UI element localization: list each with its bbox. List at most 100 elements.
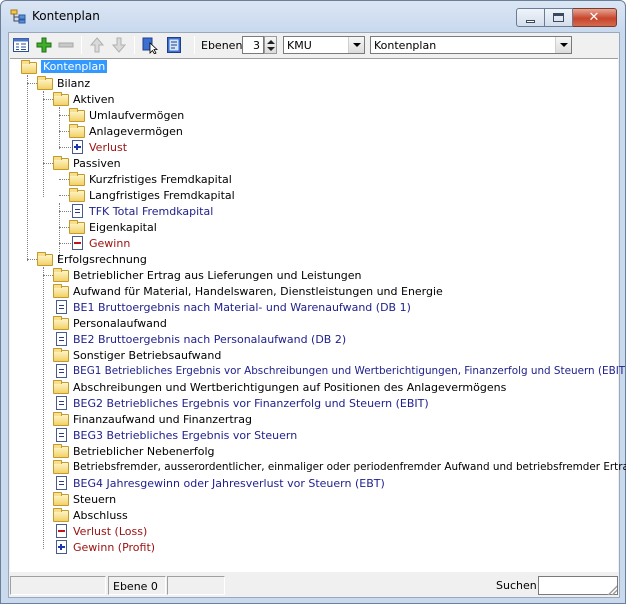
resize-grip-icon[interactable]	[607, 585, 617, 595]
tree-node-label[interactable]: BE2 Bruttoergebnis nach Personalaufwand …	[73, 333, 346, 346]
window: Kontenplan ✕ Ebenen 3 KMU Kontenplan Kon…	[0, 0, 626, 604]
grid-view-icon[interactable]	[12, 36, 30, 54]
select-pointer-icon[interactable]	[141, 36, 159, 54]
tree-node-label[interactable]: Finanzaufwand und Finanzertrag	[73, 413, 252, 426]
tree-node-label[interactable]: Personalaufwand	[73, 317, 167, 330]
folder-icon	[69, 220, 85, 234]
title-bar[interactable]: Kontenplan ✕	[1, 1, 625, 31]
levels-spinner[interactable]	[264, 36, 277, 54]
tree-app-icon	[10, 9, 26, 24]
tree-node-label[interactable]: Eigenkapital	[89, 221, 157, 234]
tree-node-label[interactable]: Umlaufvermögen	[89, 109, 184, 122]
move-down-icon[interactable]	[110, 36, 128, 54]
sum-document-icon	[53, 332, 69, 346]
sum-document-icon	[53, 428, 69, 442]
maximize-icon	[553, 13, 564, 22]
folder-icon	[53, 412, 69, 426]
maximize-button[interactable]	[545, 8, 573, 27]
tree-node-label[interactable]: Betriebsfremder, ausserordentlicher, ein…	[73, 461, 626, 473]
status-bar: Ebene 0 Suchen	[9, 574, 619, 597]
tree-node-label[interactable]: Abschluss	[73, 509, 128, 522]
tree-node-label[interactable]: Erfolgsrechnung	[57, 253, 147, 266]
tree-node-label[interactable]: Betrieblicher Nebenerfolg	[73, 445, 215, 458]
tree-connector	[43, 91, 44, 197]
tree-node-label[interactable]: BEG2 Betriebliches Ergebnis vor Finanzer…	[73, 397, 429, 410]
folder-icon	[53, 492, 69, 506]
folder-icon	[53, 284, 69, 298]
folder-open-icon	[37, 252, 53, 266]
tree-node-label[interactable]: BE1 Bruttoergebnis nach Material- und Wa…	[73, 301, 411, 314]
folder-icon	[69, 108, 85, 122]
move-up-icon[interactable]	[88, 36, 106, 54]
tree-node-label[interactable]: Betrieblicher Ertrag aus Lieferungen und…	[73, 269, 362, 282]
toolbar: Ebenen 3 KMU Kontenplan	[9, 33, 619, 57]
sum-document-icon	[69, 204, 85, 218]
add-icon[interactable]	[35, 36, 53, 54]
account-tree[interactable]: Kontenplan Bilanz Aktiven Umlaufvermögen…	[10, 58, 626, 572]
spin-up-icon[interactable]	[267, 40, 275, 44]
folder-icon	[53, 444, 69, 458]
folder-icon	[53, 380, 69, 394]
chevron-down-icon[interactable]	[348, 37, 364, 53]
toolbar-separator	[81, 36, 82, 54]
tree-node-label[interactable]: Kontenplan	[41, 60, 108, 73]
status-level: Ebene 0	[108, 576, 166, 595]
levels-input[interactable]: 3	[242, 36, 264, 54]
minimize-button[interactable]	[516, 8, 545, 27]
sum-document-icon	[53, 300, 69, 314]
tree-connector	[43, 267, 44, 549]
remove-icon[interactable]	[57, 36, 75, 54]
minus-document-icon	[69, 236, 85, 250]
folder-icon	[69, 124, 85, 138]
tree-node-label[interactable]: Langfristiges Fremdkapital	[89, 189, 235, 202]
tree-node-label[interactable]: BEG4 Jahresgewinn oder Jahresverlust vor…	[73, 477, 385, 490]
close-icon: ✕	[588, 10, 600, 25]
folder-icon	[53, 268, 69, 282]
toolbar-separator	[134, 36, 135, 54]
tree-node-label[interactable]: Gewinn (Profit)	[73, 541, 155, 554]
folder-open-icon	[21, 60, 37, 74]
tree-node-label[interactable]: Verlust (Loss)	[73, 525, 147, 538]
plan-select[interactable]: Kontenplan	[370, 36, 572, 54]
tree-connector	[27, 75, 28, 261]
status-panel	[167, 576, 225, 595]
company-select[interactable]: KMU	[283, 36, 365, 54]
minimize-icon	[526, 20, 535, 23]
properties-icon[interactable]	[165, 36, 183, 54]
company-select-value: KMU	[287, 39, 312, 52]
folder-icon	[53, 316, 69, 330]
tree-node-label[interactable]: TFK Total Fremdkapital	[89, 205, 213, 218]
spin-down-icon[interactable]	[267, 47, 275, 51]
tree-node-label[interactable]: Gewinn	[89, 237, 130, 250]
sum-document-icon	[53, 364, 69, 378]
tree-node-label[interactable]: Abschreibungen und Wertberichtigungen au…	[73, 381, 506, 394]
folder-open-icon	[37, 76, 53, 90]
client-area: Ebenen 3 KMU Kontenplan Kontenplan Bilan…	[8, 32, 626, 598]
folder-icon	[69, 188, 85, 202]
plus-document-icon	[53, 540, 69, 554]
search-label: Suchen	[496, 579, 537, 592]
minus-document-icon	[53, 524, 69, 538]
folder-icon	[53, 508, 69, 522]
close-button[interactable]: ✕	[573, 8, 617, 27]
search-input[interactable]	[538, 576, 618, 595]
sum-document-icon	[53, 476, 69, 490]
window-title: Kontenplan	[32, 9, 100, 23]
tree-node-label[interactable]: Kurzfristiges Fremdkapital	[89, 173, 232, 186]
tree-node-label[interactable]: Bilanz	[57, 77, 90, 90]
tree-node-label[interactable]: Verlust	[89, 141, 127, 154]
levels-label: Ebenen	[201, 39, 243, 52]
folder-icon	[53, 460, 69, 474]
tree-node-label[interactable]: Anlagevermögen	[89, 125, 183, 138]
tree-node-label[interactable]: BEG1 Betriebliches Ergebnis vor Abschrei…	[73, 365, 626, 377]
tree-node-label[interactable]: BEG3 Betriebliches Ergebnis vor Steuern	[73, 429, 297, 442]
plan-select-value: Kontenplan	[374, 39, 437, 52]
folder-open-icon	[53, 92, 69, 106]
tree-node-label[interactable]: Steuern	[73, 493, 116, 506]
tree-node-label[interactable]: Passiven	[73, 157, 121, 170]
chevron-down-icon[interactable]	[555, 37, 571, 53]
folder-icon	[69, 172, 85, 186]
tree-node-label[interactable]: Sonstiger Betriebsaufwand	[73, 349, 221, 362]
tree-node-label[interactable]: Aktiven	[73, 93, 115, 106]
tree-node-label[interactable]: Aufwand für Material, Handelswaren, Dien…	[73, 285, 443, 298]
